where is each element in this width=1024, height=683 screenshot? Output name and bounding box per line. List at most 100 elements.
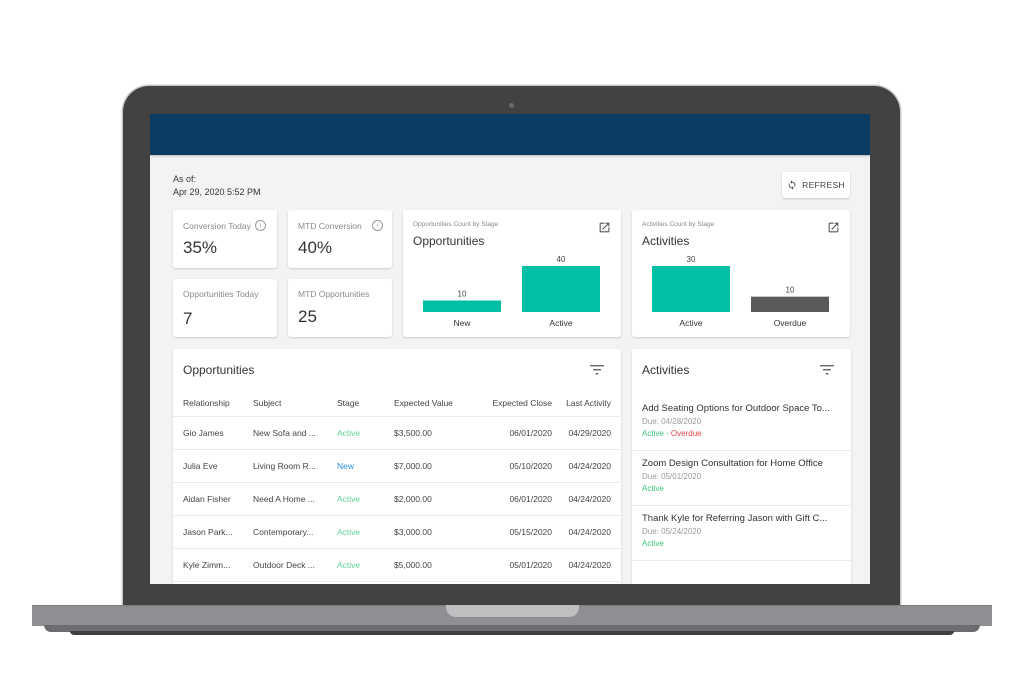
stage-cell: Active — [327, 416, 384, 450]
table-row[interactable]: Julia Eve Living Room R... New $7,000.00 05/… — [173, 449, 621, 483]
opportunities-table: Relationship Subject Stage Expected Valu… — [173, 389, 621, 582]
status-active: Active — [642, 484, 664, 493]
stage-cell: New — [327, 449, 384, 483]
relationship-cell: Kyle Zimm... — [173, 548, 243, 582]
activities-panel: Activities Add Seating Options for Outdo… — [632, 349, 851, 584]
expected-close-cell: 05/01/2020 — [470, 548, 562, 582]
stage-cell: Active — [327, 548, 384, 582]
status-active: Active — [642, 429, 664, 438]
expected-close-cell: 05/15/2020 — [470, 515, 562, 549]
filter-icon[interactable] — [820, 365, 834, 375]
activities-chart-card: Activities Count by Stage Activities 30 A… — [632, 210, 850, 337]
expected-value-cell: $3,500.00 — [384, 416, 470, 450]
activity-status: Active - Overdue — [642, 429, 702, 438]
kpi-value: 40% — [298, 238, 333, 257]
activities-bar-chart: 30 Active 10 Overdue — [652, 255, 829, 328]
status-separator: - — [663, 429, 671, 438]
table-row[interactable]: Aidan Fisher Need A Home ... Active $2,000.… — [173, 482, 621, 516]
category-label: Active — [679, 318, 702, 328]
subject-cell: New Sofa and ... — [243, 416, 327, 450]
subject-cell: Need A Home ... — [243, 482, 327, 516]
status-active: Active — [642, 539, 664, 548]
activity-due-date: Due: 05/01/2020 — [642, 472, 702, 481]
column-header-relationship[interactable]: Relationship — [173, 389, 243, 417]
relationship-cell: Gio James — [173, 416, 243, 450]
refresh-button[interactable]: REFRESH — [782, 172, 850, 198]
column-header-expected-value[interactable]: Expected Value — [384, 389, 470, 417]
kpi-value: 35% — [183, 238, 218, 257]
relationship-cell: Aidan Fisher — [173, 482, 243, 516]
laptop-base-bottom — [70, 631, 954, 635]
kpi-value: 25 — [298, 307, 317, 326]
status-overdue: Overdue — [670, 429, 702, 438]
column-header-stage[interactable]: Stage — [327, 389, 384, 417]
expected-value-cell: $3,000.00 — [384, 515, 470, 549]
asof-timestamp: Apr 29, 2020 5:52 PM — [173, 187, 261, 197]
refresh-icon — [788, 180, 796, 190]
subject-cell: Outdoor Deck ... — [243, 548, 327, 582]
activity-title: Zoom Design Consultation for Home Office — [642, 458, 823, 469]
expected-value-cell: $2,000.00 — [384, 482, 470, 516]
table-row[interactable]: Kyle Zimm... Outdoor Deck ... Active $5,000… — [173, 548, 621, 582]
stage-cell: Active — [327, 515, 384, 549]
expected-value-cell: $5,000.00 — [384, 548, 470, 582]
subject-cell: Living Room R... — [243, 449, 327, 483]
activity-status: Active — [642, 539, 664, 548]
table-header-row: Relationship Subject Stage Expected Valu… — [173, 389, 621, 417]
column-header-subject[interactable]: Subject — [243, 389, 327, 417]
activity-item[interactable]: Add Seating Options for Outdoor Space To… — [632, 396, 851, 451]
activity-due-date: Due: 04/28/2020 — [642, 417, 702, 426]
bar-value-label: 10 — [458, 290, 467, 299]
panel-title: Opportunities — [183, 363, 255, 377]
kpi-card-conversion-today: Conversion Today i 35% — [173, 210, 277, 268]
bar-active[interactable] — [652, 266, 730, 312]
opportunities-bar-chart: 10 New 40 Active — [423, 255, 600, 328]
stage-cell: Active — [327, 482, 384, 516]
kpi-label: Conversion Today — [183, 220, 251, 231]
activity-due-date: Due: 05/24/2020 — [642, 527, 702, 536]
relationship-cell: Julia Eve — [173, 449, 243, 483]
last-activity-cell: 04/24/2020 — [562, 449, 621, 483]
kpi-card-opportunities-today: Opportunities Today 7 — [173, 279, 277, 337]
laptop-notch — [446, 605, 579, 617]
expected-close-cell: 06/01/2020 — [470, 482, 562, 516]
table-row[interactable]: Gio James New Sofa and ... Active $3,500.00… — [173, 416, 621, 450]
app-bar — [150, 114, 870, 155]
column-header-last-activity[interactable]: Last Activity — [562, 389, 621, 417]
bar-value-label: 40 — [557, 255, 566, 264]
subject-cell: Contemporary... — [243, 515, 327, 549]
asof-label: As of: — [173, 174, 197, 184]
opportunities-chart-card: Opportunities Count by Stage Opportuniti… — [403, 210, 621, 337]
bar-value-label: 10 — [786, 286, 795, 295]
bar-value-label: 30 — [687, 255, 696, 264]
bar-new[interactable] — [423, 300, 501, 313]
relationship-cell: Jason Park... — [173, 515, 243, 549]
category-label: Active — [549, 318, 572, 328]
bar-active[interactable] — [522, 266, 600, 312]
table-row[interactable]: Jason Park... Contemporary... Active $3,000… — [173, 515, 621, 549]
category-label: Overdue — [774, 318, 807, 328]
camera-dot — [509, 103, 514, 108]
info-icon[interactable]: i — [254, 220, 266, 231]
column-header-expected-close[interactable]: Expected Close — [470, 389, 562, 417]
screen: As of: Apr 29, 2020 5:52 PM REFRESH Conv… — [150, 114, 870, 584]
expected-close-cell: 05/10/2020 — [470, 449, 562, 483]
activity-item[interactable]: Zoom Design Consultation for Home Office… — [632, 451, 851, 506]
activity-title: Add Seating Options for Outdoor Space To… — [642, 403, 830, 414]
activity-title: Thank Kyle for Referring Jason with Gift… — [642, 513, 828, 524]
bar-overdue[interactable] — [751, 296, 829, 312]
last-activity-cell: 04/24/2020 — [562, 548, 621, 582]
kpi-label: MTD Opportunities — [298, 289, 370, 299]
opportunities-panel: Opportunities Relationship Subject Stage… — [173, 349, 621, 584]
kpi-value: 7 — [183, 309, 193, 328]
info-icon[interactable]: i — [371, 220, 383, 231]
last-activity-cell: 04/24/2020 — [562, 482, 621, 516]
activity-item[interactable]: Thank Kyle for Referring Jason with Gift… — [632, 506, 851, 561]
panel-title: Activities — [642, 363, 690, 377]
filter-icon[interactable] — [590, 365, 604, 375]
kpi-card-mtd-opportunities: MTD Opportunities 25 — [288, 279, 392, 337]
last-activity-cell: 04/24/2020 — [562, 515, 621, 549]
expected-close-cell: 06/01/2020 — [470, 416, 562, 450]
kpi-card-mtd-conversion: MTD Conversion i 40% — [288, 210, 392, 268]
expected-value-cell: $7,000.00 — [384, 449, 470, 483]
